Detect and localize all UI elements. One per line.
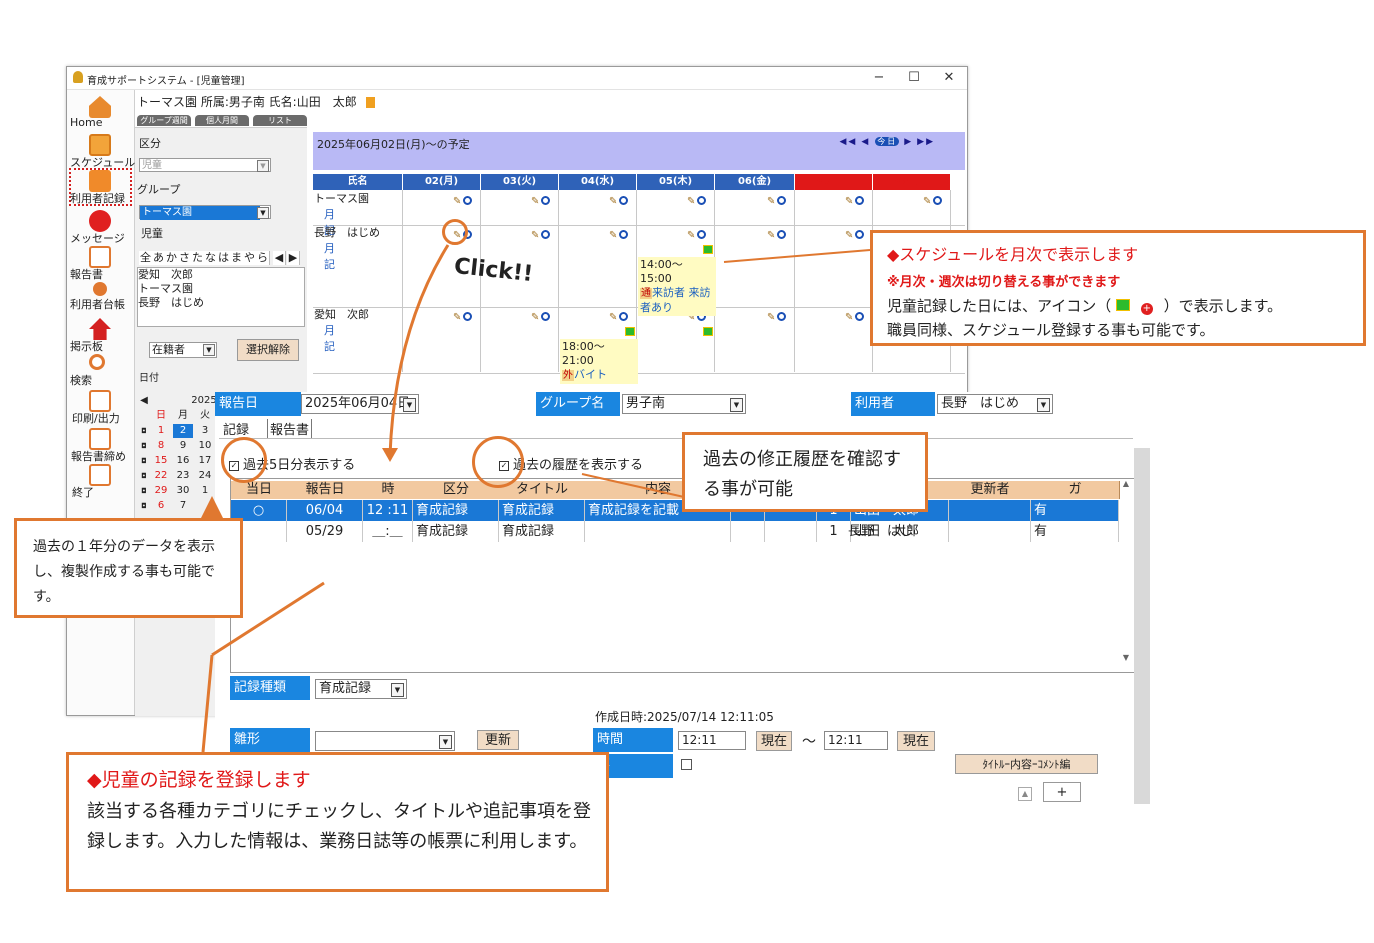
schedule-callout: ◆スケジュールを月次で表示します ※月次・週次は切り替える事ができます 児童記録… <box>870 230 1366 346</box>
arrow-head-icon <box>382 448 398 462</box>
click-arrow <box>388 244 450 456</box>
history-callout: 過去の修正履歴を確認する事が可能 <box>682 432 928 512</box>
record-callout-body: 該当する各種カテゴリにチェックし、タイトルや追記事項を登録します。入力した情報は… <box>87 801 591 852</box>
record-callout: ◆児童の記録を登録します 該当する各種カテゴリにチェックし、タイトルや追記事項を… <box>66 752 609 892</box>
click-highlight-ring <box>442 219 468 245</box>
record-callout-title: ◆児童の記録を登録します <box>87 769 311 791</box>
plus-circle-icon: + <box>1140 303 1153 315</box>
past-year-callout: 過去の１年分のデータを表示し、複製作成する事も可能です。 <box>14 518 243 618</box>
schedule-callout-line3a: 児童記録した日には、アイコン（ <box>887 297 1112 315</box>
history-highlight-ring <box>472 436 524 488</box>
record-callout-line <box>201 654 214 753</box>
history-callout-line <box>581 473 685 498</box>
history-callout-text: 過去の修正履歴を確認する事が可能 <box>703 449 901 500</box>
schedule-callout-line <box>723 249 871 263</box>
schedule-callout-title: ◆スケジュールを月次で表示します <box>887 245 1139 264</box>
schedule-callout-note: ※月次・週次は切り替える事ができます <box>887 275 1121 290</box>
past-year-callout-text: 過去の１年分のデータを表示し、複製作成する事も可能です。 <box>33 539 215 605</box>
record-heart-icon <box>1116 299 1131 311</box>
schedule-callout-line4: 職員同様、スケジュール登録する事も可能です。 <box>887 321 1215 339</box>
schedule-callout-line3b: ）で表示します。 <box>1163 297 1283 315</box>
show5days-highlight-ring <box>221 437 267 483</box>
schedule-callout-line3: 児童記録した日には、アイコン（ + ）で表示します。 <box>887 295 1282 316</box>
